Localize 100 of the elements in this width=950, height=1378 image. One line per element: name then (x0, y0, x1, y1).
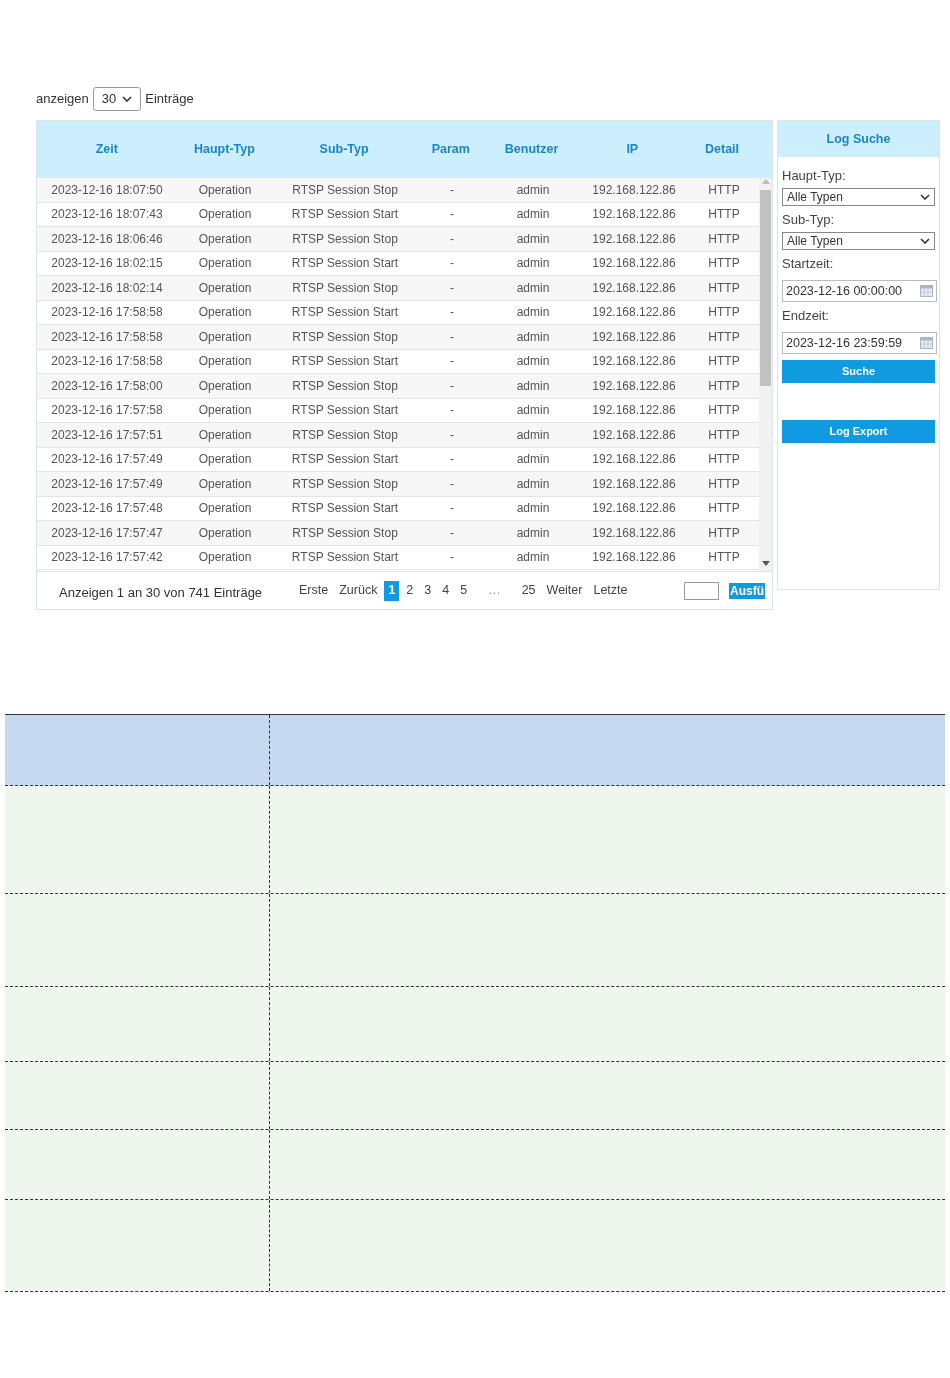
table-cell-text: 192.168.122.86 (591, 451, 677, 469)
table-cell-text: 2023-12-16 18:07:50 (50, 181, 164, 199)
pagination-link[interactable]: Erste (295, 580, 333, 601)
field-label: Haupt-Typ: (782, 167, 847, 185)
table-cell-text: Operation (197, 230, 253, 248)
panel-title: Log Suche (778, 121, 939, 157)
table-cell-text: HTTP (707, 353, 741, 371)
table-cell-text: RTSP Session Stop (291, 230, 399, 248)
table-cell-text: RTSP Session Start (290, 402, 400, 420)
column-header: Benutzer (503, 141, 560, 158)
table-cell-text: Operation (197, 279, 253, 297)
column-header: Haupt-Typ (193, 141, 256, 158)
table-cell-text: Operation (197, 304, 253, 322)
table-cell-text: HTTP (707, 328, 741, 346)
table-cell-text: 2023-12-16 18:06:46 (50, 230, 164, 248)
table-cell-text: admin (515, 402, 551, 420)
pagination-link[interactable]: 5 (456, 580, 472, 601)
table-cell-text: 2023-12-16 18:02:14 (50, 279, 164, 297)
table-cell-text: - (449, 475, 455, 493)
table-cell-text: - (449, 426, 455, 444)
pagination-link[interactable]: 25 (517, 580, 540, 601)
table-cell-text: RTSP Session Start (290, 549, 400, 567)
table-cell-text: admin (515, 549, 551, 567)
table-cell-text: Operation (197, 475, 253, 493)
table-cell-text: Operation (197, 377, 253, 395)
table-cell-text: admin (515, 181, 551, 199)
caret-icon (920, 194, 930, 200)
table-cell-text: Operation (197, 353, 253, 371)
entries-label: Einträge (145, 90, 194, 109)
table-cell-text: RTSP Session Stop (291, 524, 399, 542)
table-cell-text: 2023-12-16 17:58:58 (50, 353, 164, 371)
table-cell-text: 2023-12-16 17:58:58 (50, 304, 164, 322)
table-cell-text: RTSP Session Stop (291, 181, 399, 199)
table-cell-text: RTSP Session Stop (291, 475, 399, 493)
date-field[interactable]: 2023-12-16 00:00:00 (782, 280, 937, 302)
calendar-icon (920, 337, 933, 349)
table-cell-text: HTTP (707, 500, 741, 518)
pagination-link[interactable]: 4 (438, 580, 454, 601)
page-size-select[interactable]: 30 (92, 87, 142, 111)
pagination-link[interactable]: Weiter (542, 580, 587, 601)
table-cell-text: 192.168.122.86 (591, 230, 677, 248)
table-cell-text: 192.168.122.86 (591, 279, 677, 297)
table-cell-text: RTSP Session Stop (291, 377, 399, 395)
page-number-field[interactable] (684, 581, 719, 600)
table-cell-text: HTTP (707, 402, 741, 420)
table-cell-text: - (449, 304, 455, 322)
table-cell-text: 192.168.122.86 (591, 206, 677, 224)
table-cell-text: admin (515, 353, 551, 371)
table-cell-text: RTSP Session Stop (291, 426, 399, 444)
table-cell-text: 192.168.122.86 (591, 328, 677, 346)
table-cell-text: 2023-12-16 17:58:58 (50, 328, 164, 346)
table-cell-text: - (449, 500, 455, 518)
table-cell-text: - (449, 279, 455, 297)
table-cell-text: HTTP (707, 524, 741, 542)
table-cell-text: 2023-12-16 17:57:47 (50, 524, 164, 542)
table-cell-text: admin (515, 377, 551, 395)
table-cell-text: RTSP Session Start (290, 451, 400, 469)
table-cell-text: 2023-12-16 17:57:58 (50, 402, 164, 420)
pagination-link[interactable]: Letzte (589, 580, 632, 601)
pagination-link[interactable]: 3 (420, 580, 436, 601)
type-select[interactable]: Alle Typen (782, 232, 935, 250)
scrollbar-thumb[interactable] (760, 190, 771, 386)
table-cell-text: 2023-12-16 17:57:51 (50, 426, 164, 444)
table-cell-text: HTTP (707, 377, 741, 395)
field-label: Startzeit: (782, 255, 835, 273)
table-cell-text: admin (515, 524, 551, 542)
table-cell-text: 192.168.122.86 (591, 377, 677, 395)
table-cell-text: - (449, 328, 455, 346)
table-cell-text: RTSP Session Start (290, 304, 400, 322)
date-field[interactable]: 2023-12-16 23:59:59 (782, 332, 937, 354)
table-cell-text: 2023-12-16 17:57:49 (50, 475, 164, 493)
table-cell-text: RTSP Session Stop (291, 279, 399, 297)
table-cell-text: Operation (197, 181, 253, 199)
table-cell-text: 192.168.122.86 (591, 181, 677, 199)
table-cell-text: HTTP (707, 255, 741, 273)
scrollbar[interactable] (759, 178, 772, 571)
caret-icon (122, 96, 133, 102)
caret-icon (920, 238, 930, 244)
table-cell-text: 192.168.122.86 (591, 353, 677, 371)
table-cell-text: - (449, 230, 455, 248)
table-cell-text: 2023-12-16 17:57:42 (50, 549, 164, 567)
table-cell-text: - (449, 402, 455, 420)
pagination-link[interactable]: 2 (402, 580, 418, 601)
table-cell-text: admin (515, 426, 551, 444)
table-cell-text: Operation (197, 549, 253, 567)
table-cell-text: - (449, 181, 455, 199)
table-cell-text: Operation (197, 524, 253, 542)
show-label: anzeigen (36, 90, 89, 109)
table-cell-text: 192.168.122.86 (591, 475, 677, 493)
table-cell-text: HTTP (707, 475, 741, 493)
table-cell-text: RTSP Session Stop (291, 328, 399, 346)
entries-info: Anzeigen 1 an 30 von 741 Einträge (59, 583, 264, 602)
table-cell-text: admin (515, 475, 551, 493)
table-cell-text: - (449, 549, 455, 567)
pagination-link[interactable]: Zurück (335, 580, 382, 601)
table-cell-text: HTTP (707, 304, 741, 322)
table-cell-text: HTTP (707, 426, 741, 444)
scroll-down-icon[interactable] (761, 561, 770, 567)
table-cell-text: 192.168.122.86 (591, 255, 677, 273)
type-select[interactable]: Alle Typen (782, 188, 935, 206)
